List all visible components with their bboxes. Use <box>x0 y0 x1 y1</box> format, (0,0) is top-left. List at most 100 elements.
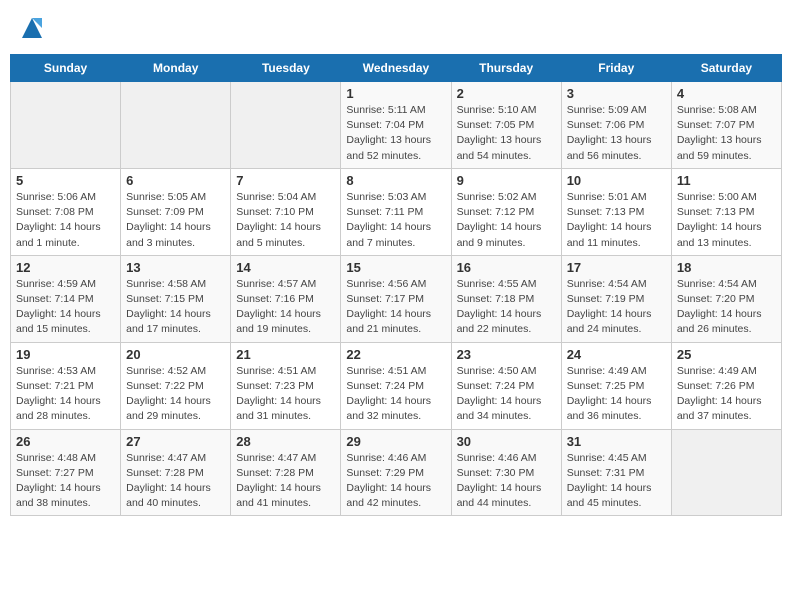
sunrise-label: Sunrise: 4:47 AM <box>126 452 206 464</box>
day-info: Sunrise: 4:54 AMSunset: 7:20 PMDaylight:… <box>677 277 776 338</box>
weekday-header-saturday: Saturday <box>671 55 781 82</box>
sunrise-label: Sunrise: 4:59 AM <box>16 278 96 290</box>
day-info: Sunrise: 5:01 AMSunset: 7:13 PMDaylight:… <box>567 190 666 251</box>
day-info: Sunrise: 4:46 AMSunset: 7:30 PMDaylight:… <box>457 451 556 512</box>
day-number: 23 <box>457 347 556 362</box>
daylight-label: Daylight: 14 hours and 24 minutes. <box>567 308 652 335</box>
day-number: 20 <box>126 347 225 362</box>
calendar-week-row: 26 Sunrise: 4:48 AMSunset: 7:27 PMDayligh… <box>11 429 782 516</box>
day-info: Sunrise: 4:47 AMSunset: 7:28 PMDaylight:… <box>126 451 225 512</box>
day-number: 9 <box>457 173 556 188</box>
calendar-cell: 27 Sunrise: 4:47 AMSunset: 7:28 PMDayligh… <box>121 429 231 516</box>
weekday-header-wednesday: Wednesday <box>341 55 451 82</box>
calendar-cell: 12Sunrise: 4:59 AMSunset: 7:14 PMDayligh… <box>11 255 121 342</box>
weekday-header-sunday: Sunday <box>11 55 121 82</box>
calendar-cell: 6Sunrise: 5:05 AMSunset: 7:09 PMDaylight… <box>121 168 231 255</box>
daylight-label: Daylight: 14 hours and 34 minutes. <box>457 395 542 422</box>
calendar-cell: 30Sunrise: 4:46 AMSunset: 7:30 PMDayligh… <box>451 429 561 516</box>
calendar-cell: 10Sunrise: 5:01 AMSunset: 7:13 PMDayligh… <box>561 168 671 255</box>
day-info: Sunrise: 4:59 AMSunset: 7:14 PMDaylight:… <box>16 277 115 338</box>
day-number: 2 <box>457 86 556 101</box>
day-info: Sunrise: 4:48 AMSunset: 7:27 PMDaylight:… <box>16 451 115 512</box>
sunset-label: Sunset: 7:15 PM <box>126 293 204 305</box>
day-info: Sunrise: 4:57 AMSunset: 7:16 PMDaylight:… <box>236 277 335 338</box>
day-info: Sunrise: 4:52 AMSunset: 7:22 PMDaylight:… <box>126 364 225 425</box>
sunset-label: Sunset: 7:13 PM <box>567 206 645 218</box>
daylight-label: Daylight: 13 hours and 56 minutes. <box>567 134 652 161</box>
day-info: Sunrise: 5:08 AMSunset: 7:07 PMDaylight:… <box>677 103 776 164</box>
day-info: Sunrise: 4:49 AMSunset: 7:25 PMDaylight:… <box>567 364 666 425</box>
calendar-cell: 25Sunrise: 4:49 AMSunset: 7:26 PMDayligh… <box>671 342 781 429</box>
day-number: 25 <box>677 347 776 362</box>
daylight-label: Daylight: 13 hours and 52 minutes. <box>346 134 431 161</box>
sunset-label: Sunset: 7:12 PM <box>457 206 535 218</box>
sunrise-label: Sunrise: 5:09 AM <box>567 104 647 116</box>
day-number: 26 <box>16 434 115 449</box>
sunset-label: Sunset: 7:16 PM <box>236 293 314 305</box>
daylight-label: Daylight: 14 hours and 9 minutes. <box>457 221 542 248</box>
sunset-label: Sunset: 7:29 PM <box>346 467 424 479</box>
calendar-cell: 21 Sunrise: 4:51 AMSunset: 7:23 PMDayligh… <box>231 342 341 429</box>
day-info: Sunrise: 4:51 AMSunset: 7:24 PMDaylight:… <box>346 364 445 425</box>
daylight-label: Daylight: 14 hours and 45 minutes. <box>567 482 652 509</box>
daylight-label: Daylight: 14 hours and 21 minutes. <box>346 308 431 335</box>
sunrise-label: Sunrise: 5:05 AM <box>126 191 206 203</box>
daylight-label: Daylight: 14 hours and 5 minutes. <box>236 221 321 248</box>
calendar-cell: 18 Sunrise: 4:54 AMSunset: 7:20 PMDayligh… <box>671 255 781 342</box>
day-number: 11 <box>677 173 776 188</box>
weekday-header-monday: Monday <box>121 55 231 82</box>
day-number: 19 <box>16 347 115 362</box>
day-info: Sunrise: 4:54 AMSunset: 7:19 PMDaylight:… <box>567 277 666 338</box>
day-number: 21 <box>236 347 335 362</box>
day-number: 15 <box>346 260 445 275</box>
day-info: Sunrise: 5:05 AMSunset: 7:09 PMDaylight:… <box>126 190 225 251</box>
day-number: 28 <box>236 434 335 449</box>
day-number: 10 <box>567 173 666 188</box>
calendar-cell: 2Sunrise: 5:10 AMSunset: 7:05 PMDaylight… <box>451 82 561 169</box>
sunrise-label: Sunrise: 4:47 AM <box>236 452 316 464</box>
logo <box>16 14 46 42</box>
page-header <box>10 10 782 46</box>
daylight-label: Daylight: 14 hours and 3 minutes. <box>126 221 211 248</box>
day-info: Sunrise: 5:11 AMSunset: 7:04 PMDaylight:… <box>346 103 445 164</box>
sunrise-label: Sunrise: 4:48 AM <box>16 452 96 464</box>
sunset-label: Sunset: 7:22 PM <box>126 380 204 392</box>
calendar-cell <box>11 82 121 169</box>
daylight-label: Daylight: 14 hours and 17 minutes. <box>126 308 211 335</box>
calendar-week-row: 1Sunrise: 5:11 AMSunset: 7:04 PMDaylight… <box>11 82 782 169</box>
day-number: 8 <box>346 173 445 188</box>
calendar-cell: 28Sunrise: 4:47 AMSunset: 7:28 PMDayligh… <box>231 429 341 516</box>
weekday-header-tuesday: Tuesday <box>231 55 341 82</box>
sunset-label: Sunset: 7:04 PM <box>346 119 424 131</box>
daylight-label: Daylight: 14 hours and 13 minutes. <box>677 221 762 248</box>
calendar-week-row: 19Sunrise: 4:53 AMSunset: 7:21 PMDayligh… <box>11 342 782 429</box>
daylight-label: Daylight: 14 hours and 44 minutes. <box>457 482 542 509</box>
daylight-label: Daylight: 14 hours and 29 minutes. <box>126 395 211 422</box>
logo-icon <box>18 14 46 42</box>
day-info: Sunrise: 4:58 AMSunset: 7:15 PMDaylight:… <box>126 277 225 338</box>
daylight-label: Daylight: 14 hours and 32 minutes. <box>346 395 431 422</box>
calendar-cell: 20 Sunrise: 4:52 AMSunset: 7:22 PMDayligh… <box>121 342 231 429</box>
sunrise-label: Sunrise: 5:10 AM <box>457 104 537 116</box>
weekday-header-friday: Friday <box>561 55 671 82</box>
day-info: Sunrise: 5:04 AMSunset: 7:10 PMDaylight:… <box>236 190 335 251</box>
calendar-cell: 5Sunrise: 5:06 AMSunset: 7:08 PMDaylight… <box>11 168 121 255</box>
day-number: 3 <box>567 86 666 101</box>
daylight-label: Daylight: 14 hours and 31 minutes. <box>236 395 321 422</box>
sunset-label: Sunset: 7:21 PM <box>16 380 94 392</box>
calendar-cell: 4Sunrise: 5:08 AMSunset: 7:07 PMDaylight… <box>671 82 781 169</box>
day-number: 27 <box>126 434 225 449</box>
calendar-cell: 9Sunrise: 5:02 AMSunset: 7:12 PMDaylight… <box>451 168 561 255</box>
sunrise-label: Sunrise: 4:57 AM <box>236 278 316 290</box>
sunrise-label: Sunrise: 5:01 AM <box>567 191 647 203</box>
day-number: 24 <box>567 347 666 362</box>
calendar-week-row: 12Sunrise: 4:59 AMSunset: 7:14 PMDayligh… <box>11 255 782 342</box>
day-number: 16 <box>457 260 556 275</box>
day-number: 29 <box>346 434 445 449</box>
sunset-label: Sunset: 7:24 PM <box>346 380 424 392</box>
sunrise-label: Sunrise: 4:51 AM <box>236 365 316 377</box>
day-number: 18 <box>677 260 776 275</box>
calendar-cell: 24 Sunrise: 4:49 AMSunset: 7:25 PMDayligh… <box>561 342 671 429</box>
day-info: Sunrise: 4:51 AMSunset: 7:23 PMDaylight:… <box>236 364 335 425</box>
day-info: Sunrise: 5:03 AMSunset: 7:11 PMDaylight:… <box>346 190 445 251</box>
